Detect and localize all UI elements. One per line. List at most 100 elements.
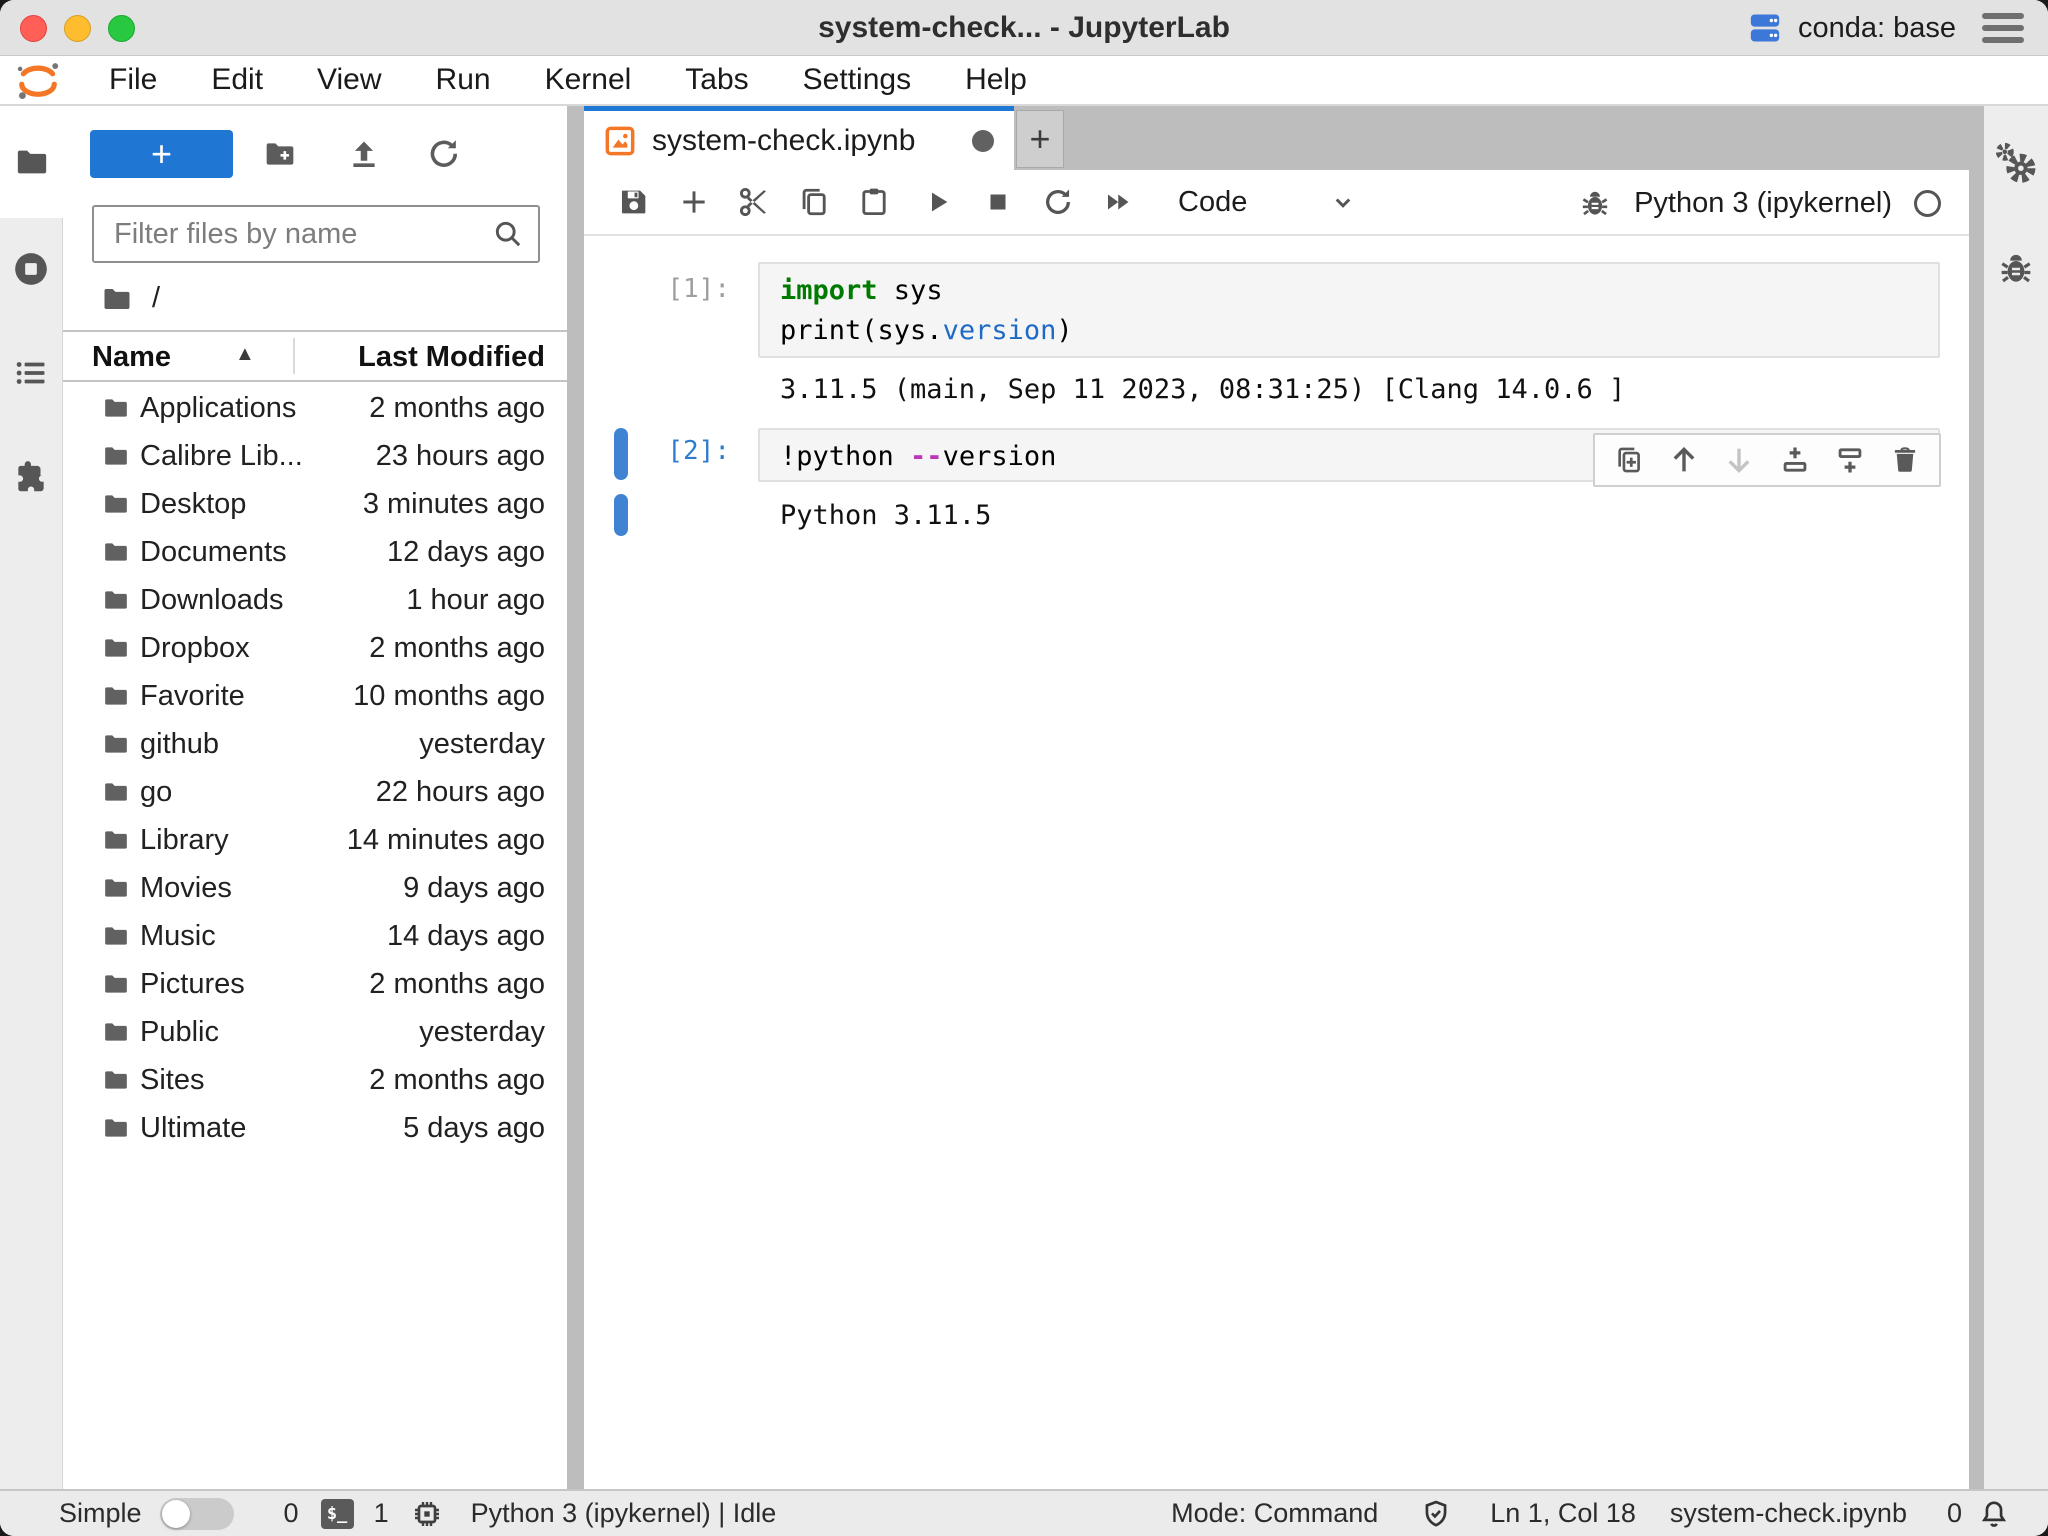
file-row[interactable]: Library 14 minutes ago bbox=[63, 816, 567, 864]
notebook-scrollbar-track[interactable] bbox=[1969, 106, 1984, 1489]
property-inspector-gears-icon[interactable] bbox=[1995, 142, 2037, 184]
menu-burger-icon[interactable] bbox=[1982, 13, 2024, 43]
file-row[interactable]: Ultimate 5 days ago bbox=[63, 1104, 567, 1152]
cut-cells-button[interactable] bbox=[724, 174, 784, 230]
breadcrumb-root[interactable]: / bbox=[152, 282, 160, 315]
unsaved-changes-dot[interactable] bbox=[972, 130, 994, 152]
menu-item[interactable]: Settings bbox=[776, 63, 938, 97]
file-name: go bbox=[140, 776, 172, 809]
menu-item[interactable]: Run bbox=[409, 63, 518, 97]
duplicate-cell-button[interactable] bbox=[1605, 436, 1653, 484]
filter-files-input[interactable] bbox=[94, 218, 492, 251]
notebook-cells-area[interactable]: [1]: import sys print(sys.version) 3.11.… bbox=[584, 236, 1969, 1489]
conda-env-label[interactable]: conda: base bbox=[1798, 12, 1956, 45]
run-cell-button[interactable] bbox=[908, 174, 968, 230]
new-folder-button[interactable] bbox=[254, 130, 306, 178]
debugger-bug-icon[interactable] bbox=[1578, 186, 1612, 220]
file-row[interactable]: Sites 2 months ago bbox=[63, 1056, 567, 1104]
refresh-button[interactable] bbox=[418, 130, 470, 178]
file-name: Desktop bbox=[140, 488, 246, 521]
column-header-modified[interactable]: Last Modified bbox=[358, 341, 545, 374]
simple-mode-label: Simple bbox=[59, 1498, 142, 1529]
folder-icon bbox=[101, 1019, 131, 1045]
file-name: Library bbox=[140, 824, 229, 857]
restart-kernel-button[interactable] bbox=[1028, 174, 1088, 230]
sidebar-tab-table-of-contents[interactable] bbox=[12, 356, 50, 390]
menu-item[interactable]: File bbox=[82, 63, 184, 97]
folder-icon bbox=[101, 971, 131, 997]
menu-item[interactable]: View bbox=[290, 63, 408, 97]
panel-resize-handle[interactable] bbox=[567, 106, 584, 1489]
breadcrumb[interactable]: / bbox=[100, 282, 160, 315]
file-modified: 10 months ago bbox=[353, 680, 545, 713]
file-modified: 12 days ago bbox=[387, 536, 545, 569]
notifications-count[interactable]: 0 bbox=[1947, 1498, 1962, 1529]
cell-type-dropdown[interactable]: Code bbox=[1178, 186, 1358, 219]
tab-system-check[interactable]: system-check.ipynb bbox=[584, 106, 1014, 170]
new-tab-button[interactable]: + bbox=[1016, 110, 1064, 168]
conda-env-icon bbox=[1748, 11, 1782, 45]
file-modified: 23 hours ago bbox=[376, 440, 545, 473]
new-launcher-button[interactable]: + bbox=[90, 130, 233, 178]
cursor-position[interactable]: Ln 1, Col 18 bbox=[1490, 1498, 1636, 1529]
menu-items: FileEditViewRunKernelTabsSettingsHelp bbox=[82, 63, 1054, 97]
code-line: print(sys.version) bbox=[780, 311, 1918, 351]
notebook-toolbar: Code Python 3 (ipykernel) bbox=[584, 170, 1969, 236]
active-file-name[interactable]: system-check.ipynb bbox=[1670, 1498, 1907, 1529]
insert-cell-below-button[interactable] bbox=[1826, 436, 1874, 484]
kernels-count[interactable]: 1 bbox=[374, 1498, 389, 1529]
file-row[interactable]: Desktop 3 minutes ago bbox=[63, 480, 567, 528]
paste-cells-button[interactable] bbox=[844, 174, 904, 230]
terminals-count[interactable]: 0 bbox=[284, 1498, 299, 1529]
interrupt-kernel-button[interactable] bbox=[968, 174, 1028, 230]
file-row[interactable]: Documents 12 days ago bbox=[63, 528, 567, 576]
cell-2-output-collapser[interactable] bbox=[614, 494, 628, 536]
move-cell-down-button[interactable] bbox=[1715, 436, 1763, 484]
folder-icon bbox=[101, 731, 131, 757]
sidebar-tab-file-browser[interactable] bbox=[0, 106, 63, 218]
move-cell-up-button[interactable] bbox=[1660, 436, 1708, 484]
cell-type-value: Code bbox=[1178, 186, 1247, 219]
cell-2-prompt: [2]: bbox=[614, 436, 730, 466]
restart-run-all-button[interactable] bbox=[1088, 174, 1148, 230]
file-modified: 3 minutes ago bbox=[363, 488, 545, 521]
file-row[interactable]: Pictures 2 months ago bbox=[63, 960, 567, 1008]
upload-button[interactable] bbox=[338, 130, 390, 178]
cell-1-input[interactable]: import sys print(sys.version) bbox=[758, 262, 1940, 358]
file-name: Favorite bbox=[140, 680, 245, 713]
bell-icon[interactable] bbox=[1978, 1498, 2010, 1530]
simple-mode-toggle[interactable] bbox=[160, 1498, 234, 1530]
file-row[interactable]: Calibre Lib... 23 hours ago bbox=[63, 432, 567, 480]
kernel-status-text[interactable]: Python 3 (ipykernel) | Idle bbox=[471, 1498, 777, 1529]
menu-item[interactable]: Tabs bbox=[658, 63, 775, 97]
file-name: github bbox=[140, 728, 219, 761]
file-row[interactable]: Music 14 days ago bbox=[63, 912, 567, 960]
kernel-name-button[interactable]: Python 3 (ipykernel) bbox=[1634, 187, 1892, 220]
file-modified: 14 days ago bbox=[387, 920, 545, 953]
insert-cell-button[interactable] bbox=[664, 174, 724, 230]
file-row[interactable]: Downloads 1 hour ago bbox=[63, 576, 567, 624]
filter-files-box bbox=[92, 205, 540, 263]
file-row[interactable]: Applications 2 months ago bbox=[63, 384, 567, 432]
sidebar-tab-extensions[interactable] bbox=[12, 458, 50, 496]
kernel-chip-icon bbox=[411, 1498, 443, 1530]
file-row[interactable]: go 22 hours ago bbox=[63, 768, 567, 816]
trust-shield-icon[interactable] bbox=[1420, 1498, 1452, 1530]
column-header-name[interactable]: Name bbox=[92, 341, 171, 374]
menu-item[interactable]: Edit bbox=[184, 63, 290, 97]
file-row[interactable]: Movies 9 days ago bbox=[63, 864, 567, 912]
menu-item[interactable]: Kernel bbox=[518, 63, 659, 97]
file-row[interactable]: Dropbox 2 months ago bbox=[63, 624, 567, 672]
folder-icon bbox=[101, 1067, 131, 1093]
file-row[interactable]: Favorite 10 months ago bbox=[63, 672, 567, 720]
save-button[interactable] bbox=[604, 174, 664, 230]
menu-item[interactable]: Help bbox=[938, 63, 1054, 97]
copy-cells-button[interactable] bbox=[784, 174, 844, 230]
file-row[interactable]: Public yesterday bbox=[63, 1008, 567, 1056]
delete-cell-button[interactable] bbox=[1881, 436, 1929, 484]
sidebar-tab-running-kernels[interactable] bbox=[12, 250, 50, 288]
command-mode-indicator[interactable]: Mode: Command bbox=[1171, 1498, 1378, 1529]
file-row[interactable]: github yesterday bbox=[63, 720, 567, 768]
insert-cell-above-button[interactable] bbox=[1771, 436, 1819, 484]
debugger-tab-bug-icon[interactable] bbox=[1996, 248, 2036, 288]
